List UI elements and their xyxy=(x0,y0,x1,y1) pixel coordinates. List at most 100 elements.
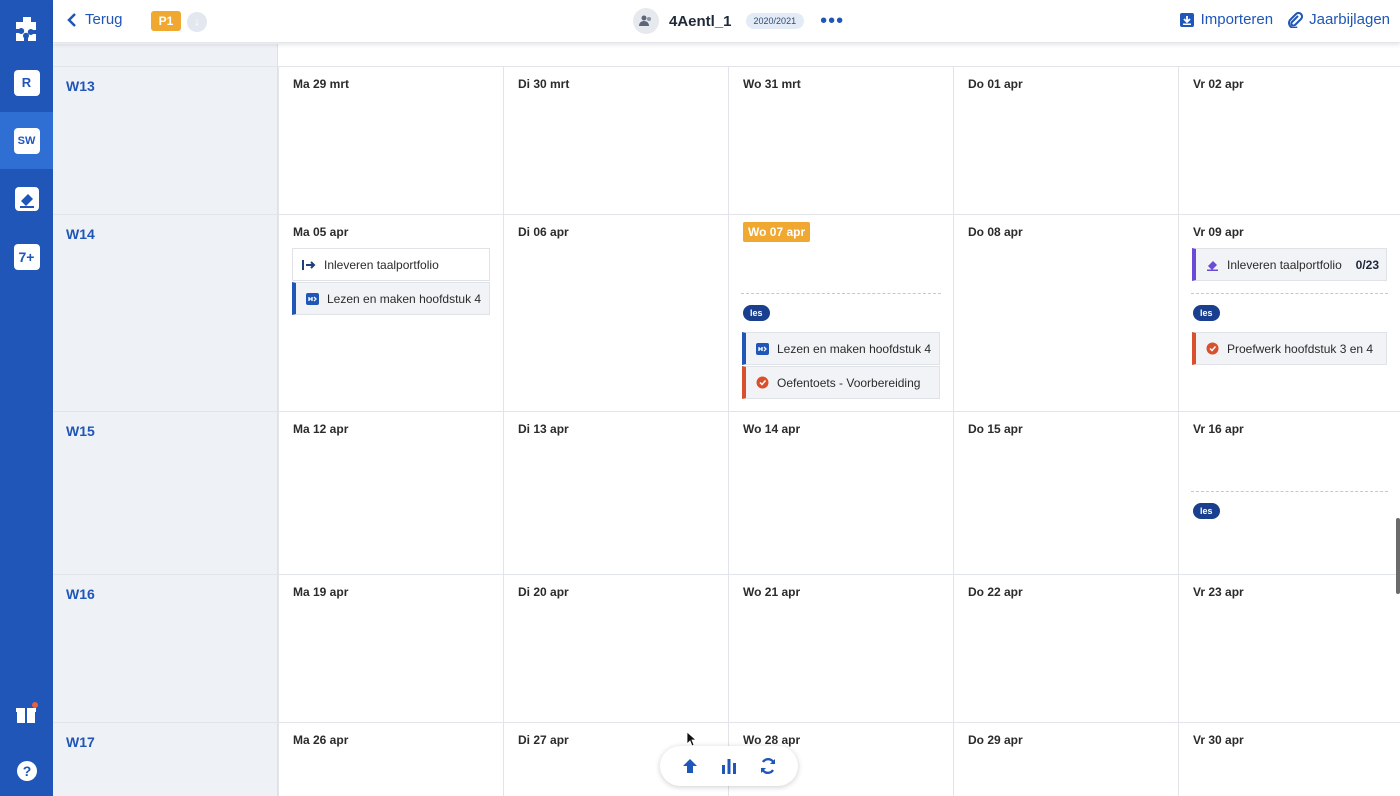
day-label: Do 29 apr xyxy=(968,733,1023,747)
statistics-button[interactable] xyxy=(717,754,741,778)
day-label: Vr 16 apr xyxy=(1193,422,1244,436)
group-users-icon xyxy=(633,8,659,34)
import-icon xyxy=(1179,12,1194,27)
day-cell[interactable]: Di 30 mrt xyxy=(503,67,728,214)
agenda-item[interactable]: Lezen en maken hoofdstuk 4 xyxy=(292,282,490,315)
day-label: Do 22 apr xyxy=(968,585,1023,599)
lesson-divider xyxy=(1191,491,1388,492)
arrow-up-icon xyxy=(682,759,697,773)
week-label: W15 xyxy=(66,423,95,439)
mouse-cursor-icon xyxy=(686,731,696,747)
lesson-badge[interactable]: les xyxy=(743,305,770,321)
roster-icon: R xyxy=(13,69,40,96)
paperclip-icon xyxy=(1288,11,1304,28)
attachments-label: Jaarbijlagen xyxy=(1309,11,1390,28)
agenda-item-title: Inleveren taalportfolio xyxy=(324,257,439,272)
day-cell[interactable]: Do 15 apr xyxy=(953,412,1178,574)
day-label: Vr 23 apr xyxy=(1193,585,1244,599)
agenda-item-title: Lezen en maken hoofdstuk 4 xyxy=(327,291,482,306)
back-button[interactable]: Terug xyxy=(67,11,123,28)
agenda-item[interactable]: Oefentoets - Voorbereiding xyxy=(742,366,940,399)
app-logo[interactable] xyxy=(0,0,53,57)
puzzle-logo-icon xyxy=(15,16,36,41)
day-label: Do 08 apr xyxy=(968,225,1023,239)
day-cell[interactable]: Ma 05 apr Inleveren taalportfolio Lezen … xyxy=(278,215,503,411)
attachments-button[interactable]: Jaarbijlagen xyxy=(1287,11,1390,28)
day-cell[interactable]: Vr 16 apr les xyxy=(1178,412,1400,574)
day-label: Di 30 mrt xyxy=(518,77,570,91)
day-label: Ma 05 apr xyxy=(293,225,349,239)
rail-item-tasks[interactable] xyxy=(0,170,53,227)
day-cell[interactable]: Vr 09 apr Inleveren taalportfolio 0/23 l… xyxy=(1178,215,1400,411)
group-selector[interactable]: 4Aentl_1 2020/2021 ••• xyxy=(633,8,844,34)
period-badge[interactable]: P1 xyxy=(151,11,181,31)
day-cell[interactable]: Wo 21 apr xyxy=(728,575,953,722)
svg-text:?: ? xyxy=(22,763,31,779)
rail-item-7plus[interactable]: 7+ xyxy=(0,228,53,285)
app-rail: R SW 7+ ? xyxy=(0,0,53,796)
day-label: Wo 21 apr xyxy=(743,585,801,599)
day-label: Ma 12 apr xyxy=(293,422,349,436)
day-cell[interactable]: Ma 19 apr xyxy=(278,575,503,722)
day-cell[interactable]: Di 06 apr xyxy=(503,215,728,411)
week-label: W16 xyxy=(66,586,95,602)
calendar-grid: W13 Ma 29 mrt Di 30 mrt Wo 31 mrt Do 01 … xyxy=(53,44,1400,796)
day-label: Ma 26 apr xyxy=(293,733,349,747)
studiewijzer-icon: SW xyxy=(13,127,40,154)
more-options-icon[interactable]: ••• xyxy=(820,11,844,31)
bar-chart-icon xyxy=(721,759,736,774)
week-label: W13 xyxy=(66,78,95,94)
rail-item-gift[interactable] xyxy=(0,684,53,741)
agenda-item-title: Proefwerk hoofdstuk 3 en 4 xyxy=(1227,341,1374,356)
day-label: Wo 14 apr xyxy=(743,422,801,436)
refresh-icon xyxy=(761,757,776,775)
day-cell[interactable]: Wo 07 apr les Lezen en maken hoofdstuk 4… xyxy=(728,215,953,411)
day-label: Do 15 apr xyxy=(968,422,1023,436)
week-label: W17 xyxy=(66,734,95,750)
day-cell[interactable]: Do 08 apr xyxy=(953,215,1178,411)
agenda-item[interactable]: Inleveren taalportfolio 0/23 xyxy=(1192,248,1387,281)
lesson-divider xyxy=(1191,293,1388,294)
day-cell[interactable]: Ma 26 apr xyxy=(278,723,503,796)
help-icon: ? xyxy=(16,760,37,781)
lesson-badge[interactable]: les xyxy=(1193,503,1220,519)
day-label: Vr 09 apr xyxy=(1193,225,1244,239)
agenda-item-title: Lezen en maken hoofdstuk 4 xyxy=(777,341,932,356)
lesson-badge[interactable]: les xyxy=(1193,305,1220,321)
agenda-item-title: Inleveren taalportfolio xyxy=(1227,257,1342,272)
school-year-badge: 2020/2021 xyxy=(745,13,805,29)
day-cell[interactable]: Di 20 apr xyxy=(503,575,728,722)
test-badge-icon xyxy=(754,375,770,391)
day-label: Di 27 apr xyxy=(518,733,569,747)
agenda-item[interactable]: Inleveren taalportfolio xyxy=(292,248,490,281)
rail-item-roster[interactable]: R xyxy=(0,54,53,111)
day-cell[interactable]: Do 29 apr xyxy=(953,723,1178,796)
day-cell[interactable]: Di 13 apr xyxy=(503,412,728,574)
period-download-icon[interactable]: ↓ xyxy=(187,12,207,32)
day-cell[interactable]: Wo 31 mrt xyxy=(728,67,953,214)
day-cell[interactable]: Do 01 apr xyxy=(953,67,1178,214)
day-cell[interactable]: Do 22 apr xyxy=(953,575,1178,722)
top-bar: Terug P1 ↓ 4Aentl_1 2020/2021 ••• Import… xyxy=(53,0,1400,43)
week-row: W14 Ma 05 apr Inleveren taalportfolio Le… xyxy=(53,214,1400,411)
day-cell[interactable]: Vr 02 apr xyxy=(1178,67,1400,214)
lesson-divider xyxy=(741,293,941,294)
scrollbar-thumb[interactable] xyxy=(1396,518,1400,594)
refresh-button[interactable] xyxy=(756,754,780,778)
rail-item-help[interactable]: ? xyxy=(0,742,53,796)
day-cell[interactable]: Vr 30 apr xyxy=(1178,723,1400,796)
book-icon xyxy=(304,291,320,307)
scroll-top-button[interactable] xyxy=(678,754,702,778)
day-label: Di 13 apr xyxy=(518,422,569,436)
day-cell[interactable]: Vr 23 apr xyxy=(1178,575,1400,722)
day-label: Ma 19 apr xyxy=(293,585,349,599)
agenda-item[interactable]: Proefwerk hoofdstuk 3 en 4 xyxy=(1192,332,1387,365)
import-button[interactable]: Importeren xyxy=(1179,11,1273,28)
day-cell[interactable]: Ma 12 apr xyxy=(278,412,503,574)
agenda-item[interactable]: Lezen en maken hoofdstuk 4 xyxy=(742,332,940,365)
rail-item-studiewijzer[interactable]: SW xyxy=(0,112,53,169)
day-label: Ma 29 mrt xyxy=(293,77,350,91)
submit-arrow-icon xyxy=(301,257,317,273)
day-cell[interactable]: Ma 29 mrt xyxy=(278,67,503,214)
day-cell[interactable]: Wo 14 apr xyxy=(728,412,953,574)
